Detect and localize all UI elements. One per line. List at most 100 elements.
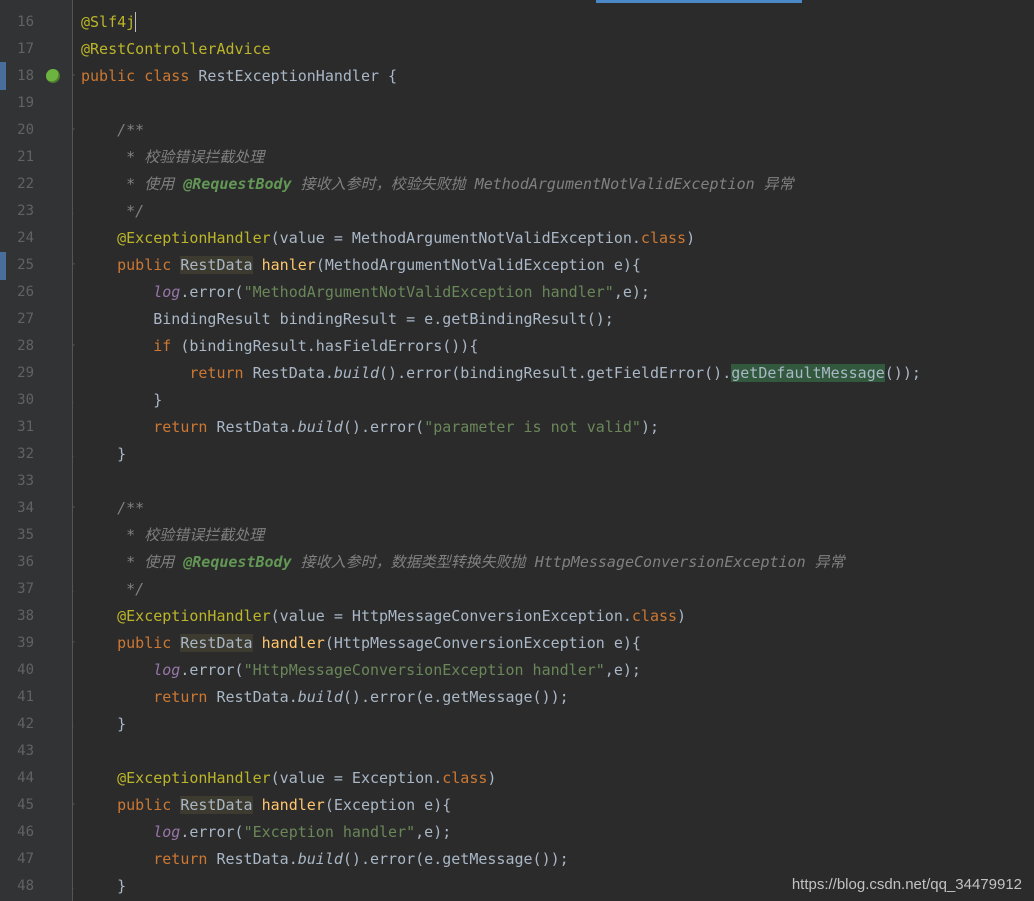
spring-bean-icon[interactable]: [46, 69, 60, 83]
token-cls: ): [677, 607, 686, 625]
token-mth: hanler: [262, 256, 316, 274]
token-cls: ().error(: [343, 418, 424, 436]
gutter-row: 42: [0, 710, 72, 737]
gutter-icon-slot: [34, 224, 72, 251]
code-line[interactable]: log.error("HttpMessageConversionExceptio…: [73, 656, 1034, 683]
fold-end-icon[interactable]: ⌞: [72, 394, 78, 406]
code-line[interactable]: − /**: [73, 494, 1034, 521]
fold-collapse-icon[interactable]: −: [72, 340, 78, 352]
indent: [81, 229, 117, 247]
line-number: 36: [0, 554, 34, 570]
line-number: 19: [0, 95, 34, 111]
code-line[interactable]: − if (bindingResult.hasFieldErrors()){: [73, 332, 1034, 359]
line-number: 41: [0, 689, 34, 705]
fold-collapse-icon[interactable]: −: [72, 502, 78, 514]
code-line[interactable]: ⌞ }: [73, 386, 1034, 413]
token-cmt: */: [117, 580, 144, 598]
fold-collapse-icon[interactable]: −: [72, 70, 78, 82]
line-number: 25: [0, 257, 34, 273]
code-line[interactable]: @ExceptionHandler(value = MethodArgument…: [73, 224, 1034, 251]
fold-end-icon[interactable]: ⌞: [72, 448, 78, 460]
code-line[interactable]: − public RestData hanler(MethodArgumentN…: [73, 251, 1034, 278]
code-line[interactable]: ⌞ */: [73, 197, 1034, 224]
code-line[interactable]: − /**: [73, 116, 1034, 143]
fold-collapse-icon[interactable]: −: [72, 799, 78, 811]
gutter-icon-slot: [34, 413, 72, 440]
gutter-row: 47: [0, 845, 72, 872]
gutter-row: 21: [0, 143, 72, 170]
fold-end-icon[interactable]: ⌞: [72, 205, 78, 217]
line-number: 37: [0, 581, 34, 597]
fold-end-icon[interactable]: ⌞: [72, 718, 78, 730]
token-cls: ().error(bindingResult.getFieldError().: [379, 364, 731, 382]
fold-end-icon[interactable]: ⌞: [72, 583, 78, 595]
token-hl: RestData: [180, 796, 252, 814]
code-line[interactable]: return RestData.build().error(e.getMessa…: [73, 683, 1034, 710]
code-line[interactable]: @ExceptionHandler(value = Exception.clas…: [73, 764, 1034, 791]
token-kw: return: [189, 364, 252, 382]
code-line[interactable]: log.error("Exception handler",e);: [73, 818, 1034, 845]
code-line[interactable]: BindingResult bindingResult = e.getBindi…: [73, 305, 1034, 332]
fold-collapse-icon[interactable]: −: [72, 124, 78, 136]
fold-end-icon[interactable]: ⌞: [72, 880, 78, 892]
code-line[interactable]: @Slf4j: [73, 8, 1034, 35]
indent: [81, 148, 117, 166]
line-number: 48: [0, 878, 34, 894]
indent: [81, 337, 153, 355]
token-cls: ());: [885, 364, 921, 382]
code-line[interactable]: ⌞ }: [73, 440, 1034, 467]
token-cmt: /**: [117, 121, 144, 139]
token-cls: RestData.: [216, 418, 297, 436]
gutter-row: 18: [0, 62, 72, 89]
code-line[interactable]: * 校验错误拦截处理: [73, 143, 1034, 170]
gutter-icon-slot: [34, 35, 72, 62]
code-line[interactable]: [73, 467, 1034, 494]
gutter-icon-slot: [34, 8, 72, 35]
code-line[interactable]: − public RestData handler(Exception e){: [73, 791, 1034, 818]
gutter-row: 31: [0, 413, 72, 440]
token-itl: build: [334, 364, 379, 382]
token-cmt: /**: [117, 499, 144, 517]
code-line[interactable]: [73, 737, 1034, 764]
gutter-row: 38: [0, 602, 72, 629]
code-line[interactable]: return RestData.build().error(e.getMessa…: [73, 845, 1034, 872]
token-itl: build: [298, 418, 343, 436]
line-number: 22: [0, 176, 34, 192]
line-number: 47: [0, 851, 34, 867]
fold-collapse-icon[interactable]: −: [72, 259, 78, 271]
indent: [81, 661, 153, 679]
line-number: 28: [0, 338, 34, 354]
code-line[interactable]: [73, 89, 1034, 116]
fold-collapse-icon[interactable]: −: [72, 637, 78, 649]
code-line[interactable]: @RestControllerAdvice: [73, 35, 1034, 62]
code-line[interactable]: ⌞ }: [73, 710, 1034, 737]
indent: [81, 175, 117, 193]
code-line[interactable]: log.error("MethodArgumentNotValidExcepti…: [73, 278, 1034, 305]
gutter-icon-slot: [34, 305, 72, 332]
gutter-row: 48: [0, 872, 72, 899]
code-line[interactable]: return RestData.build().error(bindingRes…: [73, 359, 1034, 386]
token-cmt-tag: @RequestBody: [183, 175, 291, 193]
indent: [81, 526, 117, 544]
token-cmt: 接收入参时，数据类型转换失败抛 HttpMessageConversionExc…: [292, 551, 845, 572]
gutter-icon-slot: [34, 116, 72, 143]
gutter-row: 25: [0, 251, 72, 278]
token-cls: }: [117, 445, 126, 463]
code-line[interactable]: * 使用 @RequestBody 接收入参时，校验失败抛 MethodArgu…: [73, 170, 1034, 197]
code-line[interactable]: − public RestData handler(HttpMessageCon…: [73, 629, 1034, 656]
token-hl2: getDefaultMessage: [731, 364, 885, 382]
code-line[interactable]: −public class RestExceptionHandler {: [73, 62, 1034, 89]
line-number: 16: [0, 14, 34, 30]
token-ann: @ExceptionHandler: [117, 607, 271, 625]
code-area[interactable]: @Slf4j@RestControllerAdvice−public class…: [72, 0, 1034, 901]
indent: [81, 877, 117, 895]
code-line[interactable]: @ExceptionHandler(value = HttpMessageCon…: [73, 602, 1034, 629]
gutter-icon-slot: [34, 845, 72, 872]
gutter-row: 39: [0, 629, 72, 656]
indent: [81, 715, 117, 733]
code-line[interactable]: * 校验错误拦截处理: [73, 521, 1034, 548]
code-line[interactable]: ⌞ */: [73, 575, 1034, 602]
code-line[interactable]: * 使用 @RequestBody 接收入参时，数据类型转换失败抛 HttpMe…: [73, 548, 1034, 575]
line-number: 29: [0, 365, 34, 381]
code-line[interactable]: return RestData.build().error("parameter…: [73, 413, 1034, 440]
